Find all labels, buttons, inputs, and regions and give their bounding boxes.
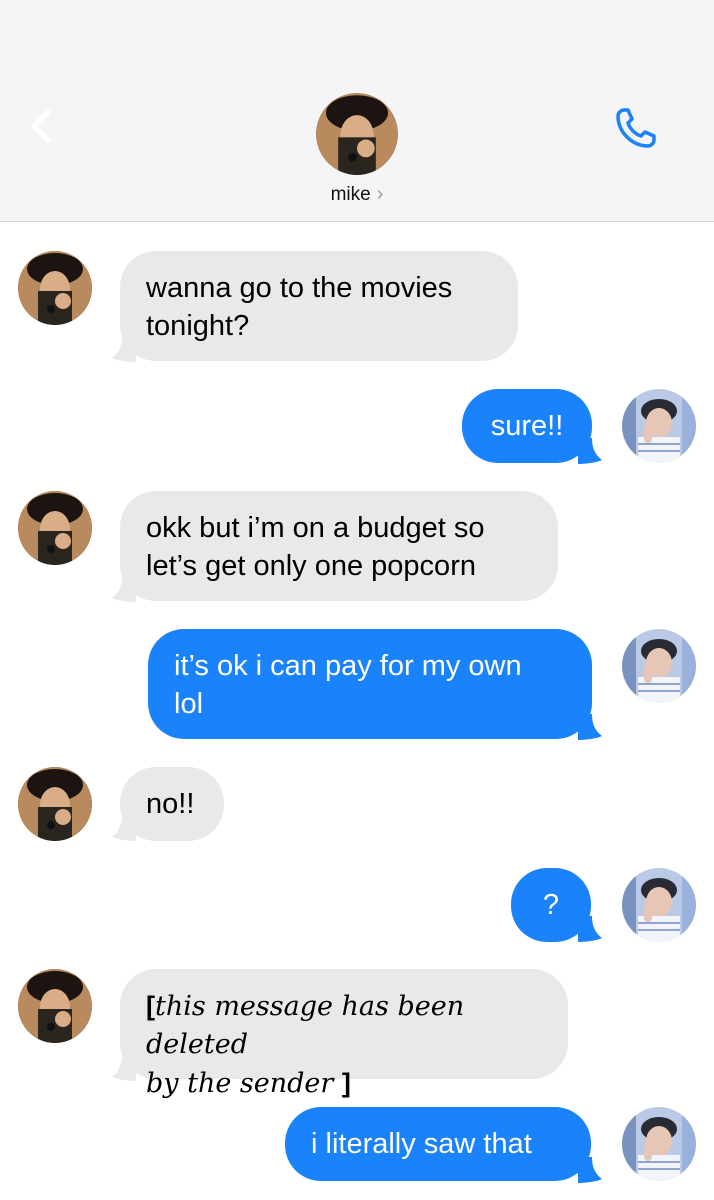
avatar: [18, 767, 92, 841]
message-text: lol: [174, 688, 204, 720]
message-bubble-incoming[interactable]: okk but i’m on a budget so let’s get onl…: [120, 491, 558, 601]
contact-avatar[interactable]: [316, 93, 398, 175]
message-text: sure!!: [490, 410, 564, 442]
message-bubble-outgoing[interactable]: sure!!: [462, 389, 592, 463]
message-bubble-incoming[interactable]: [this message has been deleted by the se…: [120, 969, 568, 1099]
message-text: i literally saw that: [311, 1128, 532, 1160]
message-text: okk but i’m on a budget so: [146, 512, 485, 544]
avatar: [18, 969, 92, 1043]
back-button[interactable]: [22, 104, 62, 148]
avatar: [18, 251, 92, 325]
message-text: let’s get only one popcorn: [146, 550, 476, 582]
message-text: this message has been deleted: [146, 991, 465, 1060]
conversation-header: mike ›: [0, 0, 714, 222]
message-text: ?: [542, 889, 560, 921]
phone-icon: [616, 108, 656, 148]
chevron-left-icon: [31, 109, 51, 143]
close-bracket: ]: [341, 1068, 351, 1098]
contact-name: mike: [330, 184, 371, 205]
message-text: by the sender: [146, 1068, 334, 1099]
message-bubble-outgoing[interactable]: it’s ok i can pay for my own lol: [148, 629, 592, 739]
avatar: [622, 389, 696, 463]
message-bubble-outgoing[interactable]: ?: [511, 868, 591, 942]
avatar: [622, 629, 696, 703]
message-bubble-incoming[interactable]: wanna go to the movies tonight?: [120, 251, 518, 361]
call-button[interactable]: [612, 104, 660, 152]
message-bubble-outgoing[interactable]: i literally saw that: [285, 1107, 591, 1181]
contact-name-button[interactable]: mike ›: [0, 183, 714, 206]
open-bracket: [: [146, 991, 155, 1021]
message-bubble-incoming[interactable]: no!!: [120, 767, 224, 841]
avatar: [622, 868, 696, 942]
message-text: no!!: [146, 788, 195, 820]
message-text: wanna go to the movies: [146, 272, 453, 304]
avatar: [18, 491, 92, 565]
message-text: tonight?: [146, 310, 250, 342]
avatar: [622, 1107, 696, 1181]
message-text: it’s ok i can pay for my own: [174, 650, 522, 682]
chevron-right-icon: ›: [376, 183, 384, 205]
